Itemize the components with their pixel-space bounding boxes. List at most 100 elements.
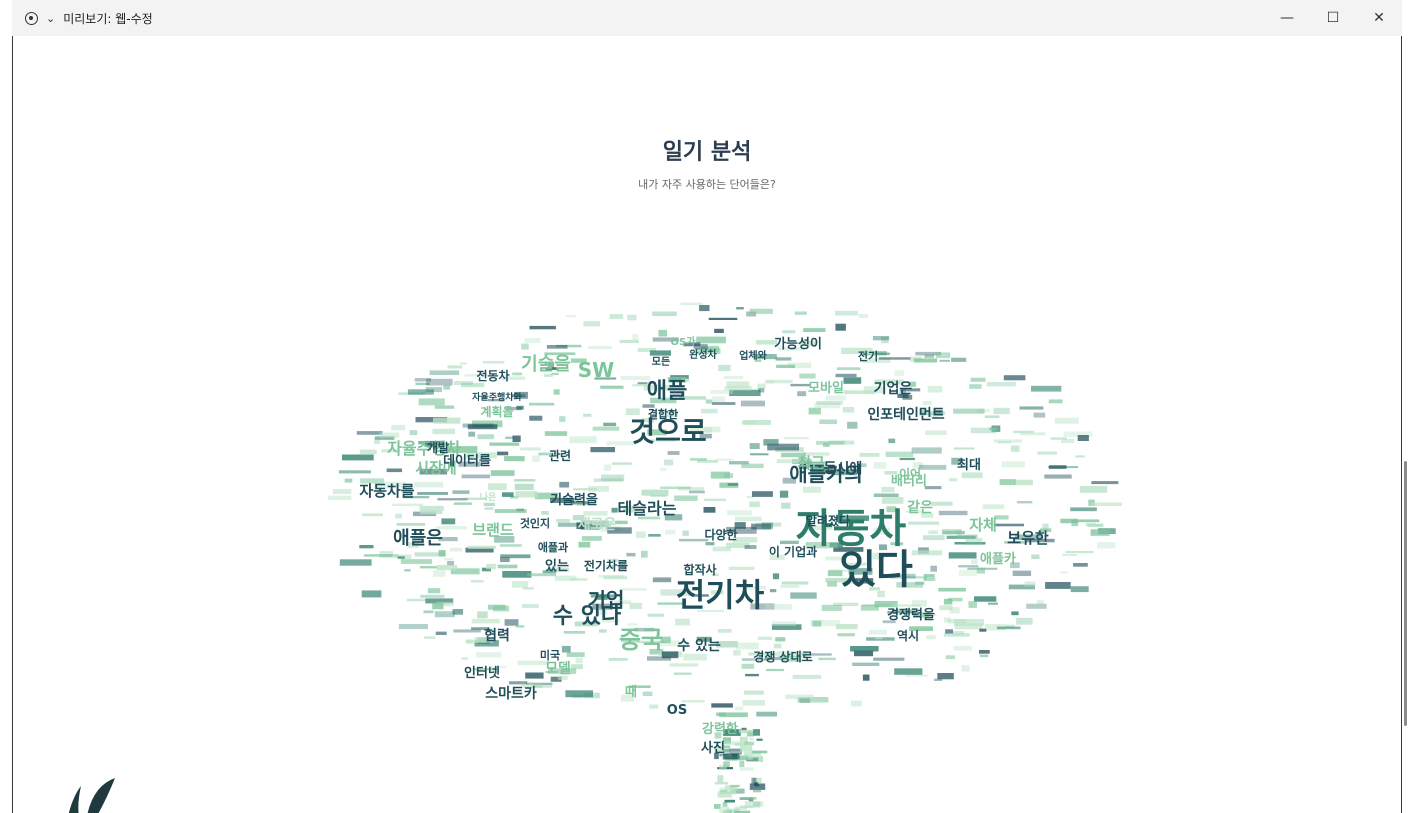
word-cloud-filler-mark: [885, 451, 914, 458]
vertical-scrollbar[interactable]: [1401, 36, 1409, 813]
word-cloud-filler-mark: [939, 359, 950, 362]
word-cloud-filler-mark: [957, 534, 978, 539]
word-cloud-word: 때: [625, 685, 637, 700]
word-cloud-filler-mark: [875, 637, 883, 640]
word-cloud-filler-mark: [953, 645, 972, 651]
app-radio-icon[interactable]: [25, 11, 38, 25]
word-cloud-filler-mark: [649, 704, 659, 709]
word-cloud-filler-mark: [592, 426, 620, 431]
word-cloud-filler-mark: [799, 373, 816, 379]
word-cloud-filler-mark: [859, 453, 880, 457]
word-cloud-filler-mark: [701, 408, 718, 414]
word-cloud-filler-mark: [924, 486, 942, 490]
word-cloud-filler-mark: [626, 552, 636, 557]
word-cloud-filler-mark: [444, 558, 453, 561]
word-cloud-filler-mark: [734, 706, 744, 711]
word-cloud-filler-mark: [484, 507, 494, 510]
word-cloud-filler-mark: [374, 437, 381, 444]
word-cloud-filler-mark: [764, 604, 792, 610]
minimize-button[interactable]: —: [1264, 0, 1310, 36]
word-cloud-filler-mark: [487, 604, 506, 610]
word-cloud-word: 업체와: [739, 349, 767, 362]
word-cloud-filler-mark: [926, 635, 936, 640]
word-cloud-filler-mark: [938, 587, 966, 592]
word-cloud-filler-mark: [873, 462, 887, 469]
chevron-down-icon[interactable]: ⌄: [46, 12, 55, 25]
word-cloud-word: 전동차: [476, 368, 509, 383]
word-cloud-filler-mark: [525, 672, 544, 679]
word-cloud-filler-mark: [729, 389, 761, 396]
word-cloud-word: 개발: [427, 440, 449, 455]
word-cloud-filler-mark: [641, 550, 648, 558]
word-cloud-word: 계획을: [480, 404, 513, 419]
maximize-button[interactable]: ☐: [1310, 0, 1356, 36]
word-cloud-filler-mark: [521, 343, 529, 350]
scrollbar-thumb[interactable]: [1404, 461, 1407, 726]
word-cloud-word: 최대: [957, 458, 981, 473]
word-cloud-filler-mark: [1055, 417, 1079, 424]
word-cloud-filler-mark: [437, 611, 451, 614]
word-cloud-word: 다양한: [704, 527, 737, 542]
word-cloud-filler-mark: [941, 529, 962, 535]
word-cloud-word: 브랜드: [472, 521, 514, 539]
word-cloud-filler-mark: [766, 668, 784, 672]
word-cloud-filler-mark: [930, 565, 937, 572]
word-cloud-filler-mark: [559, 416, 566, 422]
word-cloud-filler-mark: [359, 545, 374, 549]
word-cloud-filler-mark: [736, 307, 744, 310]
word-cloud-filler-mark: [1026, 603, 1047, 609]
word-cloud-filler-mark: [501, 492, 514, 497]
word-cloud-filler-mark: [724, 473, 734, 478]
word-cloud-filler-mark: [723, 753, 740, 760]
word-cloud-filler-mark: [461, 657, 469, 661]
word-cloud-filler-mark: [705, 542, 715, 546]
word-cloud-filler-mark: [837, 633, 855, 637]
window-left-border: [0, 0, 13, 813]
word-cloud-filler-mark: [494, 509, 527, 513]
word-cloud-word: 미국: [540, 648, 560, 662]
word-cloud-filler-mark: [477, 434, 495, 440]
word-cloud-filler-mark: [1012, 570, 1032, 576]
word-cloud-filler-mark: [979, 628, 987, 632]
word-cloud-filler-mark: [504, 619, 519, 626]
word-cloud-filler-mark: [673, 672, 692, 675]
word-cloud-filler-mark: [583, 321, 600, 327]
word-cloud-filler-mark: [1031, 385, 1062, 392]
word-cloud-filler-mark: [723, 741, 741, 746]
word-cloud-filler-mark: [974, 596, 997, 602]
word-cloud-filler-mark: [1001, 461, 1025, 468]
word-cloud-filler-mark: [569, 436, 597, 444]
word-cloud-filler-mark: [850, 646, 879, 652]
word-cloud-filler-mark: [749, 501, 760, 508]
word-cloud-filler-mark: [740, 400, 765, 407]
word-cloud-filler-mark: [744, 741, 755, 746]
word-cloud-filler-mark: [641, 489, 669, 496]
word-cloud-filler-mark: [652, 577, 672, 583]
close-button[interactable]: ✕: [1356, 0, 1402, 36]
word-cloud-filler-mark: [744, 690, 764, 695]
word-cloud-filler-mark: [862, 674, 870, 681]
word-cloud-word: OS: [667, 703, 687, 718]
word-cloud-word: 기업: [588, 588, 625, 612]
word-cloud-filler-mark: [608, 658, 628, 661]
word-cloud-filler-mark: [785, 694, 814, 699]
word-cloud-filler-mark: [926, 576, 936, 582]
word-cloud-filler-mark: [949, 478, 958, 482]
word-cloud-filler-mark: [1045, 582, 1071, 589]
word-cloud-filler-mark: [359, 449, 377, 455]
word-cloud-filler-mark: [593, 478, 624, 482]
word-cloud-word: 이 기업과: [769, 544, 817, 559]
word-cloud-filler-mark: [899, 457, 915, 461]
word-cloud-filler-mark: [453, 502, 472, 505]
word-cloud-filler-mark: [1010, 445, 1020, 452]
word-cloud-filler-mark: [546, 345, 568, 349]
word-cloud-filler-mark: [727, 510, 752, 516]
word-cloud-filler-mark: [918, 464, 947, 470]
word-cloud-filler-mark: [658, 329, 668, 337]
word-cloud-filler-mark: [741, 463, 764, 469]
word-cloud-filler-mark: [627, 314, 637, 321]
word-cloud-filler-mark: [745, 673, 759, 677]
word-cloud-filler-mark: [818, 657, 836, 661]
word-cloud-filler-mark: [471, 618, 500, 624]
word-cloud-filler-mark: [450, 547, 462, 552]
